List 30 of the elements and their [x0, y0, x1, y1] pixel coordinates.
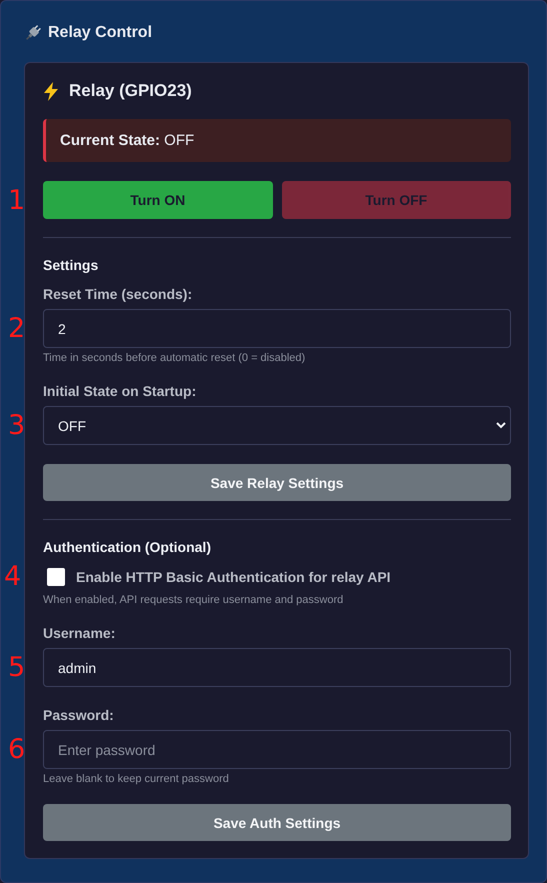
save-button[interactable]: Save Relay Settings: [43, 464, 511, 501]
annotation-number: 6: [8, 736, 26, 763]
app-title: Relay Control: [48, 24, 152, 42]
annotation-number: 4: [4, 563, 22, 590]
select-field[interactable]: OFF: [43, 406, 511, 445]
turn-on-button[interactable]: Turn ON: [43, 181, 272, 219]
field-label: Reset Time (seconds):: [43, 286, 194, 302]
relay-name: Relay (GPIO23): [69, 81, 192, 101]
field-label: Initial State on Startup:: [43, 383, 198, 399]
field-label: Username:: [43, 625, 116, 641]
input-field[interactable]: 2: [43, 309, 511, 348]
annotation-number: 2: [8, 315, 26, 342]
hint-text: Leave blank to keep current password: [43, 773, 230, 785]
hint-text: When enabled, API requests require username and password: [43, 594, 344, 606]
checkbox[interactable]: [47, 568, 65, 586]
save-button[interactable]: Save Auth Settings: [43, 804, 511, 841]
input-field[interactable]: admin: [43, 648, 511, 687]
annotation-number: 5: [8, 654, 26, 681]
chevron-down-icon: [496, 421, 506, 429]
annotation-number: 1: [8, 187, 26, 214]
lightning-icon: [43, 82, 59, 100]
hint-text: Time in seconds before automatic reset (0 = disabled): [43, 352, 306, 364]
section-heading: Settings: [43, 257, 100, 273]
field-label: Password:: [43, 707, 115, 723]
state-text: Current State: OFF: [60, 132, 194, 149]
checkbox-label: Enable HTTP Basic Authentication for relay API: [76, 569, 391, 585]
plug-icon: [24, 24, 42, 42]
password-field[interactable]: Enter password: [43, 730, 511, 769]
annotation-number: 3: [8, 412, 26, 439]
section-heading: Authentication (Optional): [43, 539, 212, 555]
